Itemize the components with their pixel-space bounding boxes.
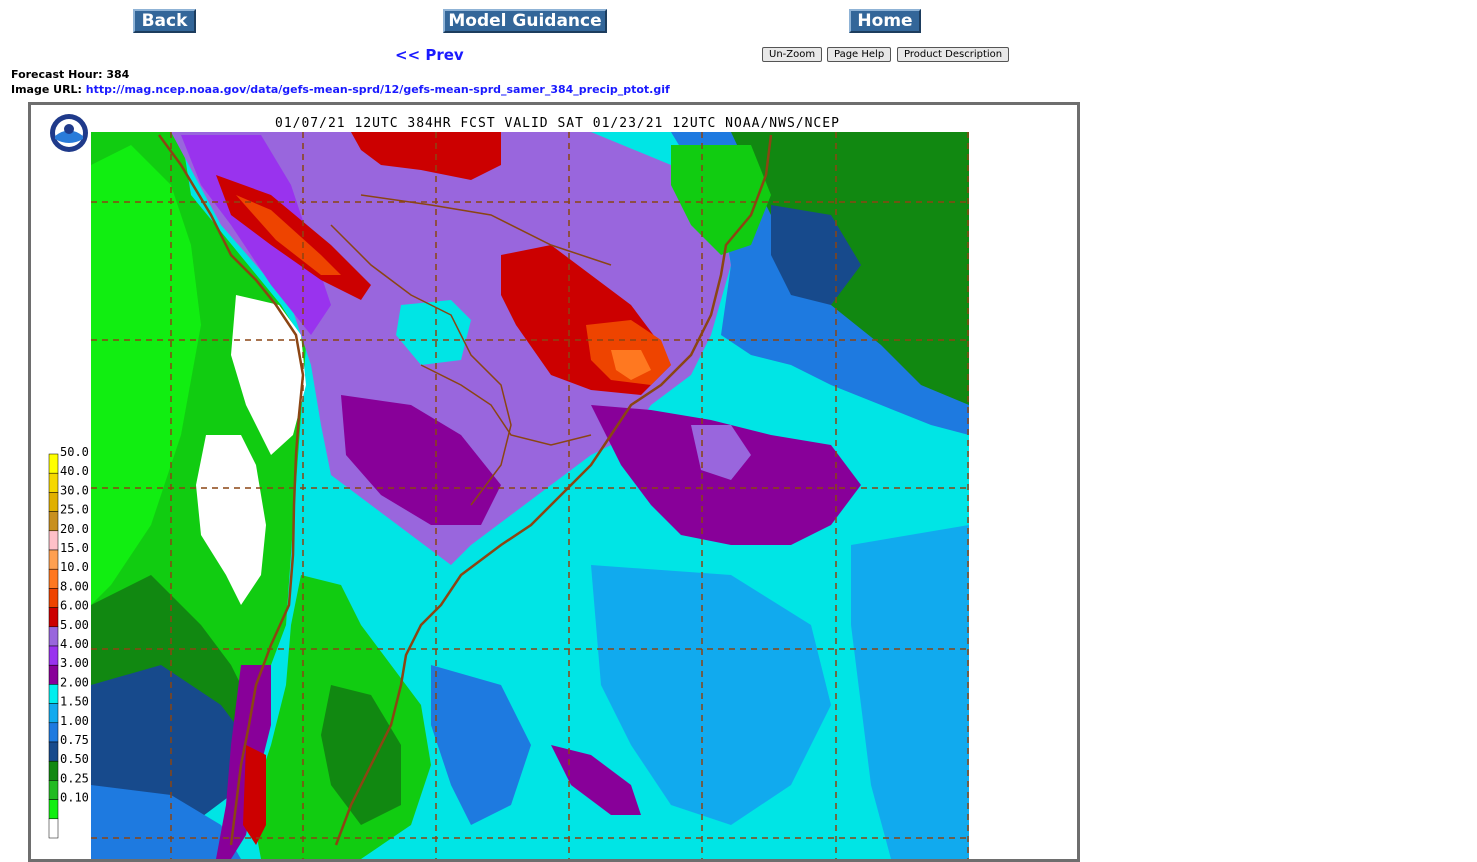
map-title: 01/07/21 12UTC 384HR FCST VALID SAT 01/2… <box>275 116 840 131</box>
legend-swatch <box>48 472 59 493</box>
legend-swatch <box>48 684 59 704</box>
legend-label: 1.00 <box>60 714 89 728</box>
legend-swatch <box>48 818 59 839</box>
legend-label: 40.0 <box>60 464 89 478</box>
noaa-logo <box>50 114 88 152</box>
legend-swatch <box>48 645 59 666</box>
image-url-label: Image URL: <box>11 83 82 96</box>
legend-label: 2.00 <box>60 675 89 689</box>
legend-label: 15.0 <box>60 541 89 555</box>
legend-swatch <box>48 607 59 628</box>
unzoom-button[interactable]: Un-Zoom <box>762 47 823 62</box>
forecast-hour: Forecast Hour: 384 <box>11 68 129 81</box>
legend-swatch <box>48 799 59 820</box>
forecast-hour-label: Forecast Hour: <box>11 68 103 81</box>
legend-swatch <box>48 626 59 647</box>
legend-label: 5.00 <box>60 618 89 632</box>
legend-label: 8.00 <box>60 579 89 593</box>
legend-swatch <box>48 453 59 474</box>
legend-swatch <box>48 760 59 781</box>
legend-label: 50.0 <box>60 445 89 459</box>
product-description-button[interactable]: Product Description <box>897 47 1010 62</box>
page-help-button[interactable]: Page Help <box>827 47 892 62</box>
legend-swatch <box>48 664 59 685</box>
forecast-map-frame[interactable]: 50.0 40.0 30.0 25.0 20.0 15.0 10.0 8.00 6.00 5.00… <box>28 102 1080 862</box>
legend-label: 10.0 <box>60 560 89 574</box>
chile-red-strip <box>243 745 266 845</box>
legend-swatch <box>48 780 59 800</box>
legend-label: 1.50 <box>60 695 89 709</box>
legend-label: 0.10 <box>60 791 89 805</box>
legend-swatch <box>48 588 59 608</box>
legend-swatch <box>48 568 59 589</box>
legend-swatch <box>48 492 59 512</box>
legend-swatch <box>48 741 59 762</box>
forecast-hour-value: 384 <box>106 68 130 81</box>
legend-label: 0.25 <box>60 771 89 785</box>
image-url: Image URL: http://mag.ncep.noaa.gov/data… <box>11 83 670 96</box>
legend-swatch <box>48 549 59 570</box>
legend-label: 30.0 <box>60 483 89 497</box>
model-guidance-button[interactable]: Model Guidance <box>443 9 607 33</box>
legend-swatch <box>48 722 59 743</box>
back-button[interactable]: Back <box>133 9 196 33</box>
precip-legend: 50.0 40.0 30.0 25.0 20.0 15.0 10.0 8.00 6.00 5.00… <box>48 445 89 839</box>
precip-forecast-map[interactable]: 50.0 40.0 30.0 25.0 20.0 15.0 10.0 8.00 6.00 5.00… <box>31 105 1077 859</box>
legend-label: 0.50 <box>60 752 89 766</box>
legend-label: 6.00 <box>60 599 89 613</box>
legend-label: 25.0 <box>60 503 89 517</box>
legend-swatch <box>48 703 59 724</box>
legend-label: 3.00 <box>60 656 89 670</box>
image-url-link[interactable]: http://mag.ncep.noaa.gov/data/gefs-mean-… <box>86 83 670 96</box>
prev-link[interactable]: << Prev <box>395 46 464 64</box>
legend-label: 4.00 <box>60 637 89 651</box>
home-button[interactable]: Home <box>849 9 921 33</box>
legend-label: 20.0 <box>60 522 89 536</box>
legend-swatch <box>48 511 59 532</box>
legend-swatch <box>48 530 59 551</box>
legend-label: 0.75 <box>60 733 89 747</box>
